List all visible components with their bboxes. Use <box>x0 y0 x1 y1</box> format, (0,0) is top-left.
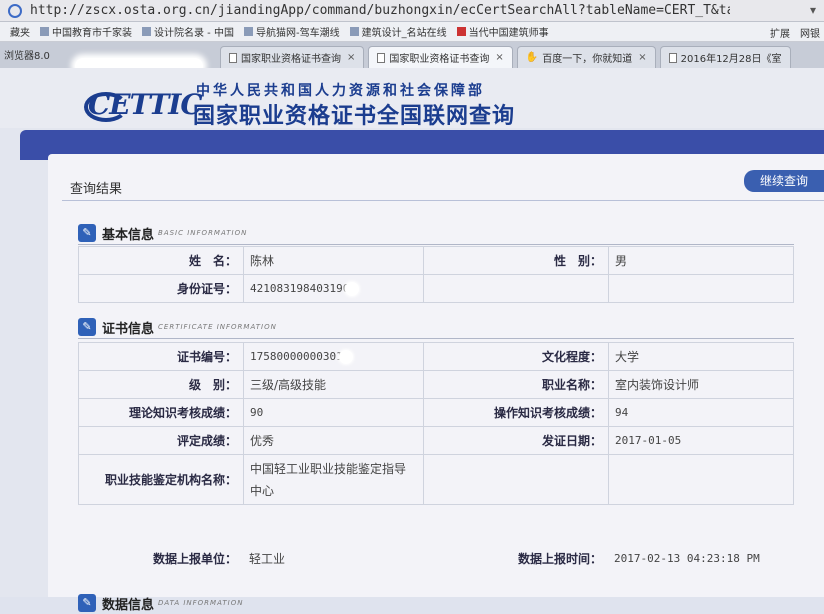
page-icon <box>668 52 677 63</box>
pencil-icon: ✎ <box>78 224 96 242</box>
name-value: 陈林 <box>243 246 424 275</box>
divider <box>78 338 794 339</box>
bookmark-icon <box>142 27 151 36</box>
report-time-value: 2017-02-13 04:23:18 PM <box>614 551 760 565</box>
tab-baidu[interactable]: ✋ 百度一下，你就知道 × <box>516 46 656 68</box>
rating-value: 优秀 <box>243 426 424 455</box>
bookmark-icon <box>40 27 49 36</box>
netbank-button[interactable]: 网银 <box>800 25 820 40</box>
divider <box>78 244 794 245</box>
report-unit-label: 数据上报单位： <box>152 551 237 566</box>
page: CETTIC 中华人民共和国人力资源和社会保障部 国家职业资格证书全国联网查询 … <box>0 68 824 613</box>
bookmark-item[interactable]: 中国教育市千家装 <box>40 24 132 39</box>
occupation-label: 职业名称： <box>423 370 609 399</box>
page-icon <box>229 52 237 63</box>
education-label: 文化程度： <box>423 342 609 371</box>
institution-value: 中国轻工业职业技能鉴定指导中心 <box>243 454 424 505</box>
close-icon[interactable]: × <box>347 52 355 63</box>
gender-label: 性 别： <box>423 246 609 275</box>
page-icon <box>377 52 386 63</box>
baidu-icon: ✋ <box>525 52 539 63</box>
cert-info-table: 证书编号： 17580000000301 文化程度： 大学 级 别： 三级/高级… <box>78 342 794 505</box>
continue-query-button[interactable]: 继续查询 <box>744 170 824 192</box>
divider <box>62 200 824 201</box>
tab-cert-query-1[interactable]: 国家职业资格证书查询 × <box>220 46 365 68</box>
bookmark-item[interactable]: 藏夹 <box>10 24 30 39</box>
url-text[interactable]: http://zscx.osta.org.cn/jiandingApp/comm… <box>30 3 730 18</box>
site-header: CETTIC 中华人民共和国人力资源和社会保障部 国家职业资格证书全国联网查询 <box>0 68 824 129</box>
result-title: 查询结果 <box>70 182 123 197</box>
level-label: 级 别： <box>78 370 244 399</box>
bookmark-item[interactable]: 当代中国建筑师事 <box>456 24 549 39</box>
site-icon <box>8 3 22 18</box>
bookmark-item[interactable]: 建筑设计_名站在线 <box>349 24 447 39</box>
institution-label: 职业技能鉴定机构名称： <box>78 454 244 505</box>
result-card: 查询结果 继续查询 ✎ 基本信息 BASIC INFORMATION 姓 名： … <box>48 154 824 613</box>
table-row: 理论知识考核成绩： 90 操作知识考核成绩： 94 <box>78 398 794 427</box>
level-value: 三级/高级技能 <box>243 370 424 399</box>
table-row: 身份证号： 421083198403190 <box>78 274 794 303</box>
theory-score-label: 理论知识考核成绩： <box>78 398 244 427</box>
education-value: 大学 <box>608 342 794 371</box>
site-logo: CETTIC <box>88 88 203 121</box>
practice-score-label: 操作知识考核成绩： <box>423 398 609 427</box>
theory-score-value: 90 <box>243 398 424 427</box>
issue-date-value: 2017-01-05 <box>608 426 794 455</box>
table-row: 级 别： 三级/高级技能 职业名称： 室内装饰设计师 <box>78 370 794 399</box>
dropdown-icon[interactable]: ▾ <box>810 3 816 17</box>
basic-info-table: 姓 名： 陈林 性 别： 男 身份证号： 421083198403190 <box>78 246 794 303</box>
section-data-info: ✎ 数据信息 DATA INFORMATION <box>78 592 243 614</box>
tab-cert-query-2[interactable]: 国家职业资格证书查询 × <box>368 46 513 68</box>
rating-label: 评定成绩： <box>78 426 244 455</box>
bookmark-item[interactable]: 设计院名录 - 中国 <box>142 24 234 39</box>
id-label: 身份证号： <box>78 274 244 303</box>
issue-date-label: 发证日期： <box>423 426 609 455</box>
table-row: 数据上报单位： 轻工业 数据上报时间： 2017-02-13 04:23:18 … <box>78 544 794 572</box>
gender-value: 男 <box>608 246 794 275</box>
pencil-icon: ✎ <box>78 318 96 336</box>
table-row: 姓 名： 陈林 性 别： 男 <box>78 246 794 275</box>
close-icon[interactable]: × <box>638 52 646 63</box>
bookmark-icon <box>349 27 359 36</box>
close-icon[interactable]: × <box>495 52 503 63</box>
name-label: 姓 名： <box>78 246 244 275</box>
redaction-dot <box>338 349 353 364</box>
table-row: 职业技能鉴定机构名称： 中国轻工业职业技能鉴定指导中心 <box>78 454 794 505</box>
extensions-button[interactable]: 扩展 <box>770 25 790 40</box>
section-cert-info: ✎ 证书信息 CERTIFICATE INFORMATION <box>78 316 277 338</box>
section-basic-info: ✎ 基本信息 BASIC INFORMATION <box>78 222 247 244</box>
address-bar[interactable]: http://zscx.osta.org.cn/jiandingApp/comm… <box>0 0 824 22</box>
cert-no-value: 17580000000301 <box>243 342 424 371</box>
redaction-dot <box>345 281 360 296</box>
report-unit-value: 轻工业 <box>249 551 286 566</box>
occupation-value: 室内装饰设计师 <box>608 370 794 399</box>
table-row: 证书编号： 17580000000301 文化程度： 大学 <box>78 342 794 371</box>
bookmark-icon <box>243 27 253 36</box>
site-title: 国家职业资格证书全国联网查询 <box>193 104 516 129</box>
browser-label: 浏览器8.0 <box>4 51 50 62</box>
practice-score-value: 94 <box>608 398 794 427</box>
report-time-label: 数据上报时间： <box>517 551 602 566</box>
cert-no-label: 证书编号： <box>78 342 244 371</box>
bookmark-icon <box>456 27 466 36</box>
ministry-name: 中华人民共和国人力资源和社会保障部 <box>196 83 485 99</box>
bookmark-item[interactable]: 导航猫网-驾车潮线 <box>243 24 340 39</box>
tab-article[interactable]: 2016年12月28日《室 <box>659 46 791 68</box>
bookmarks-bar: 藏夹 中国教育市千家装 设计院名录 - 中国 导航猫网-驾车潮线 建筑设计_名站… <box>0 22 824 42</box>
data-info-table: 数据上报单位： 轻工业 数据上报时间： 2017-02-13 04:23:18 … <box>78 544 794 572</box>
table-row: 评定成绩： 优秀 发证日期： 2017-01-05 <box>78 426 794 455</box>
id-value: 421083198403190 <box>243 274 424 303</box>
